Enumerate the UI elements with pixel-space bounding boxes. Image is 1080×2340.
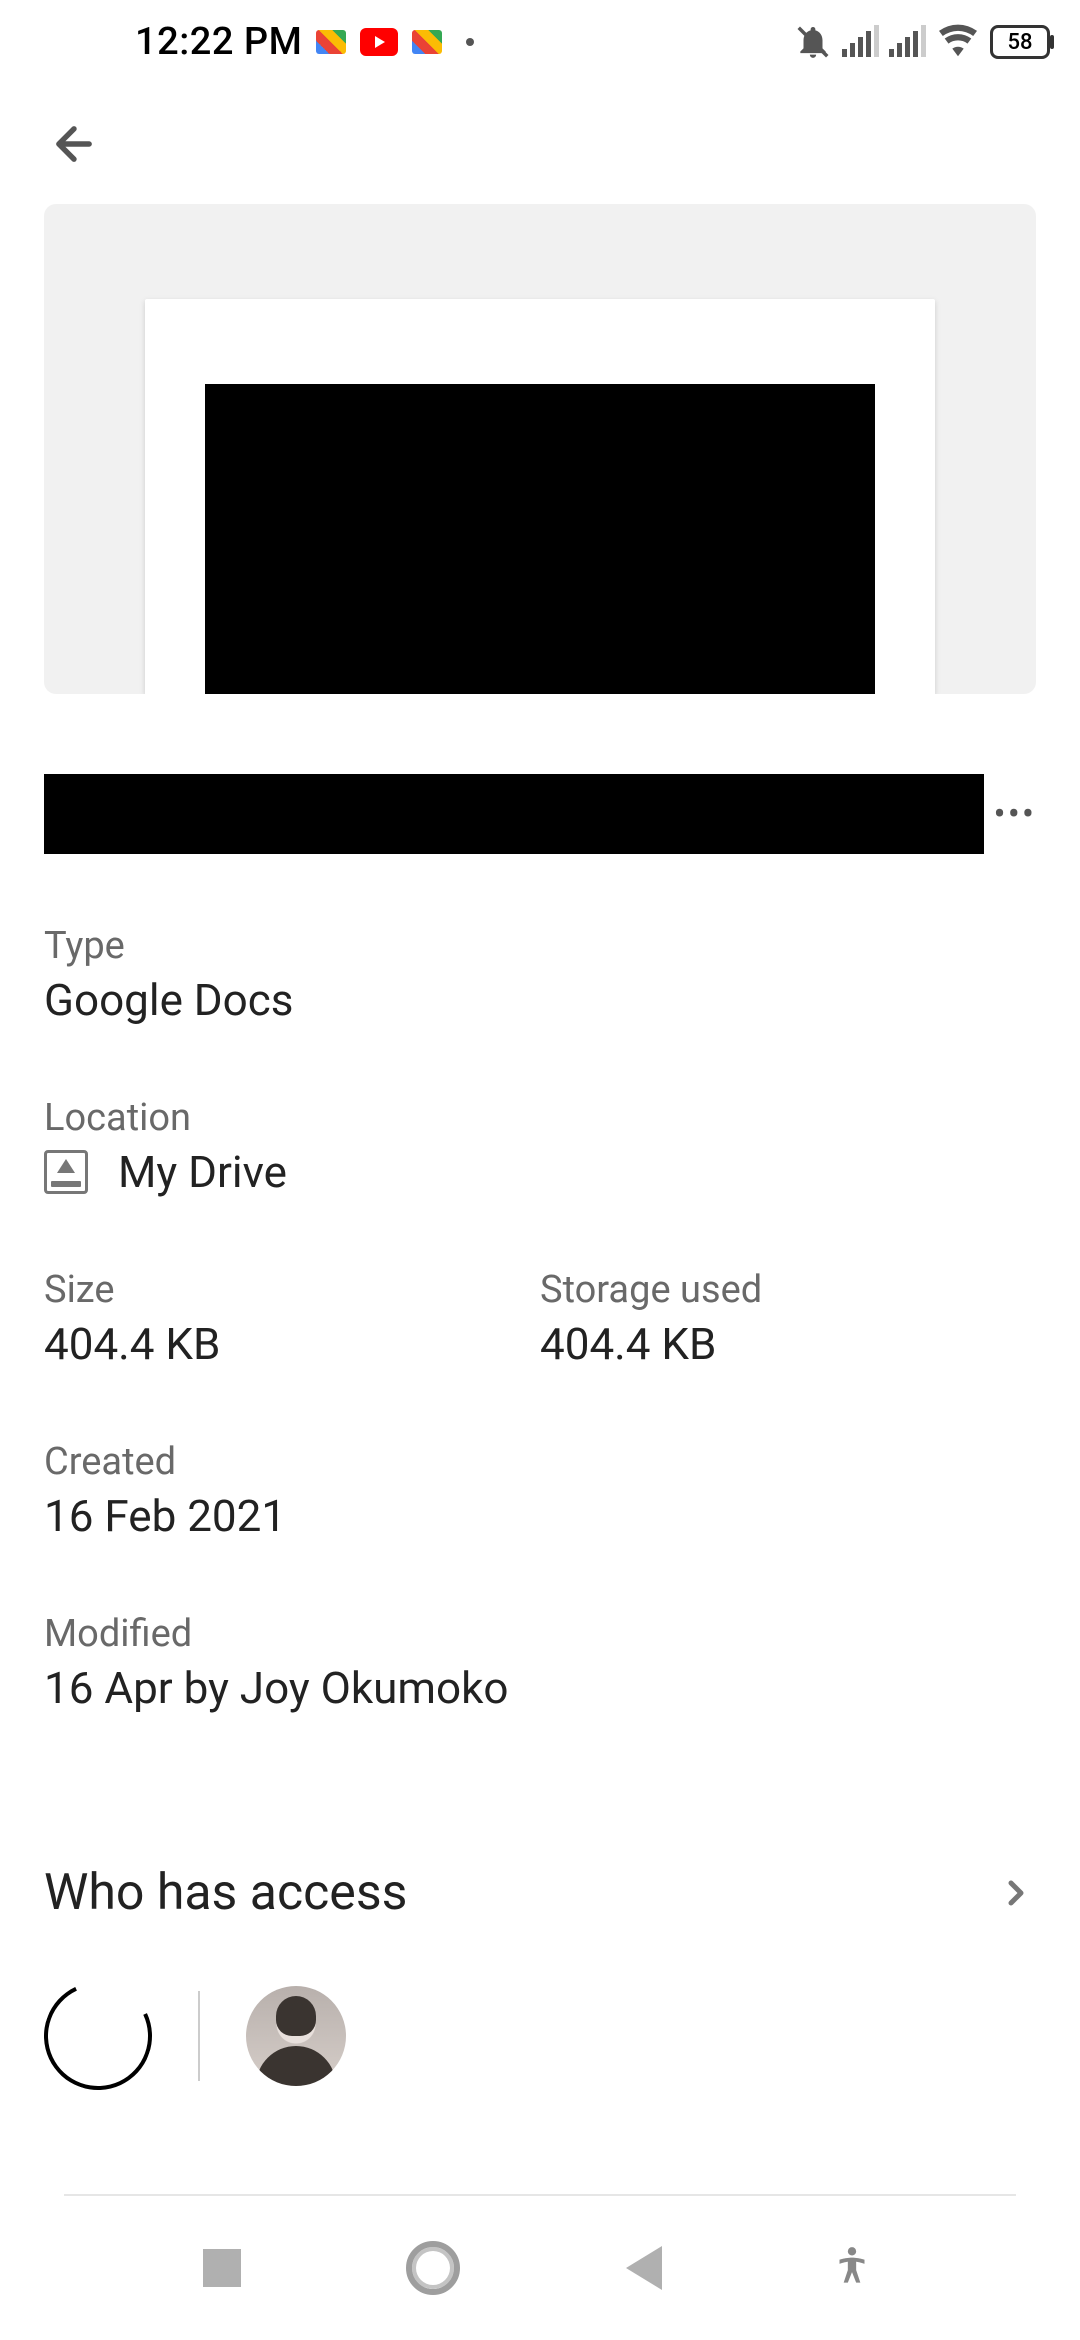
size-value: 404.4 KB bbox=[44, 1318, 540, 1370]
created-label: Created bbox=[44, 1440, 1036, 1484]
back-button[interactable] bbox=[44, 114, 104, 174]
nav-home-button[interactable] bbox=[406, 2241, 460, 2295]
status-time: 12:22 PM bbox=[135, 20, 302, 64]
signal-icon bbox=[889, 27, 926, 57]
file-title-row: ••• bbox=[0, 694, 1080, 854]
status-bar: 12:22 PM 58 bbox=[0, 0, 1080, 84]
location-value[interactable]: My Drive bbox=[118, 1146, 287, 1198]
chevron-right-icon bbox=[996, 1873, 1036, 1913]
notification-dot-icon bbox=[466, 38, 474, 46]
document-content-redacted bbox=[205, 384, 875, 694]
details-section: Type Google Docs Location My Drive Size … bbox=[0, 854, 1080, 1714]
detail-size: Size 404.4 KB bbox=[44, 1268, 540, 1370]
type-label: Type bbox=[44, 924, 1036, 968]
wifi-icon bbox=[936, 23, 980, 61]
avatar-divider bbox=[198, 1991, 200, 2081]
owner-avatar-loading[interactable] bbox=[29, 1967, 167, 2105]
gmail-icon bbox=[412, 30, 442, 54]
app-bar bbox=[0, 84, 1080, 204]
document-page-thumb bbox=[145, 299, 935, 694]
signal-icon bbox=[842, 27, 879, 57]
detail-modified: Modified 16 Apr by Joy Okumoko bbox=[44, 1612, 1036, 1714]
modified-label: Modified bbox=[44, 1612, 1036, 1656]
access-header[interactable]: Who has access bbox=[44, 1864, 1036, 1922]
storage-label: Storage used bbox=[540, 1268, 1036, 1312]
gmail-icon bbox=[316, 30, 346, 54]
nav-recents-button[interactable] bbox=[203, 2249, 241, 2287]
modified-value: 16 Apr by Joy Okumoko bbox=[44, 1662, 1036, 1714]
size-label: Size bbox=[44, 1268, 540, 1312]
access-avatars bbox=[44, 1982, 1036, 2090]
status-left: 12:22 PM bbox=[135, 20, 474, 64]
nav-accessibility-button[interactable] bbox=[827, 2243, 877, 2293]
storage-value: 404.4 KB bbox=[540, 1318, 1036, 1370]
status-right: 58 bbox=[794, 23, 1050, 61]
shared-user-avatar[interactable] bbox=[246, 1986, 346, 2086]
youtube-icon bbox=[360, 28, 398, 56]
type-value: Google Docs bbox=[44, 974, 1036, 1026]
file-preview[interactable] bbox=[44, 204, 1036, 694]
detail-location: Location My Drive bbox=[44, 1096, 1036, 1198]
nav-back-button[interactable] bbox=[626, 2246, 662, 2290]
more-options-button[interactable]: ••• bbox=[994, 793, 1036, 835]
detail-created: Created 16 Feb 2021 bbox=[44, 1440, 1036, 1542]
dnd-icon bbox=[794, 23, 832, 61]
battery-icon: 58 bbox=[990, 25, 1050, 59]
detail-size-row: Size 404.4 KB Storage used 404.4 KB bbox=[44, 1268, 1036, 1370]
system-nav-bar bbox=[0, 2196, 1080, 2340]
drive-icon bbox=[44, 1150, 88, 1194]
access-section: Who has access bbox=[0, 1784, 1080, 2090]
detail-type: Type Google Docs bbox=[44, 924, 1036, 1026]
access-title: Who has access bbox=[44, 1864, 407, 1922]
file-preview-container bbox=[0, 204, 1080, 694]
battery-level: 58 bbox=[1007, 30, 1032, 55]
location-label: Location bbox=[44, 1096, 1036, 1140]
created-value: 16 Feb 2021 bbox=[44, 1490, 1036, 1542]
file-title-redacted bbox=[44, 774, 984, 854]
detail-storage: Storage used 404.4 KB bbox=[540, 1268, 1036, 1370]
